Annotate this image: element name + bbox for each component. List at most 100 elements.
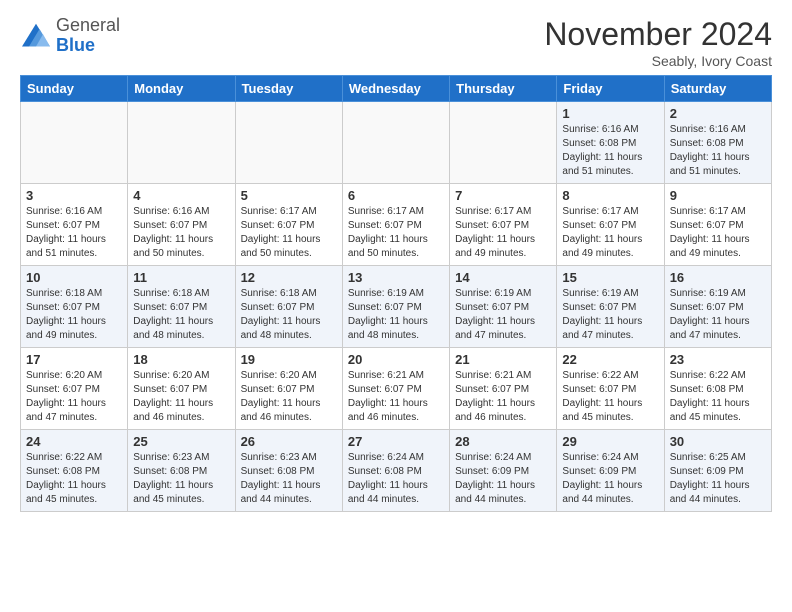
calendar-week-5: 24Sunrise: 6:22 AMSunset: 6:08 PMDayligh…: [21, 430, 772, 512]
calendar-cell: 7 Sunrise: 6:17 AMSunset: 6:07 PMDaylight…: [450, 184, 557, 266]
day-info: Sunrise: 6:19 AMSunset: 6:07 PMDaylight:…: [670, 287, 766, 343]
day-info: Sunrise: 6:19 AMSunset: 6:07 PMDaylight:…: [455, 287, 551, 343]
calendar-week-3: 10 Sunrise: 6:18 AMSunset: 6:07 PMDayligh…: [21, 266, 772, 348]
day-info: Sunrise: 6:17 AMSunset: 6:07 PMDaylight:…: [562, 205, 658, 261]
calendar-cell: [21, 102, 128, 184]
header-saturday: Saturday: [664, 76, 771, 102]
day-info: Sunrise: 6:21 AMSunset: 6:07 PMDaylight:…: [348, 369, 444, 425]
calendar-cell: 21Sunrise: 6:21 AMSunset: 6:07 PMDayligh…: [450, 348, 557, 430]
calendar-week-4: 17Sunrise: 6:20 AMSunset: 6:07 PMDayligh…: [21, 348, 772, 430]
day-number: 7: [455, 188, 551, 203]
day-number: 13: [348, 270, 444, 285]
day-number: 22: [562, 352, 658, 367]
header-wednesday: Wednesday: [342, 76, 449, 102]
calendar-cell: 2Sunrise: 6:16 AMSunset: 6:08 PMDaylight…: [664, 102, 771, 184]
day-info: Sunrise: 6:19 AMSunset: 6:07 PMDaylight:…: [348, 287, 444, 343]
calendar-table: Sunday Monday Tuesday Wednesday Thursday…: [20, 75, 772, 512]
day-number: 26: [241, 434, 337, 449]
calendar-cell: 27 Sunrise: 6:24 AMSunset: 6:08 PMDayligh…: [342, 430, 449, 512]
title-block: November 2024 Seably, Ivory Coast: [544, 16, 772, 69]
day-number: 18: [133, 352, 229, 367]
calendar-cell: 9 Sunrise: 6:17 AMSunset: 6:07 PMDaylight…: [664, 184, 771, 266]
day-info: Sunrise: 6:20 AMSunset: 6:07 PMDaylight:…: [241, 369, 337, 425]
page-container: General Blue November 2024 Seably, Ivory…: [0, 0, 792, 528]
day-number: 30: [670, 434, 766, 449]
calendar-cell: [450, 102, 557, 184]
calendar-cell: 11 Sunrise: 6:18 AMSunset: 6:07 PMDayligh…: [128, 266, 235, 348]
header-friday: Friday: [557, 76, 664, 102]
day-info: Sunrise: 6:18 AMSunset: 6:07 PMDaylight:…: [133, 287, 229, 343]
calendar-cell: 23Sunrise: 6:22 AMSunset: 6:08 PMDayligh…: [664, 348, 771, 430]
logo-blue-text: Blue: [56, 35, 95, 55]
day-info: Sunrise: 6:17 AMSunset: 6:07 PMDaylight:…: [670, 205, 766, 261]
calendar-cell: 17Sunrise: 6:20 AMSunset: 6:07 PMDayligh…: [21, 348, 128, 430]
day-number: 14: [455, 270, 551, 285]
day-number: 29: [562, 434, 658, 449]
day-number: 20: [348, 352, 444, 367]
day-info: Sunrise: 6:22 AMSunset: 6:08 PMDaylight:…: [26, 451, 122, 507]
day-info: Sunrise: 6:18 AMSunset: 6:07 PMDaylight:…: [241, 287, 337, 343]
calendar-cell: 14 Sunrise: 6:19 AMSunset: 6:07 PMDayligh…: [450, 266, 557, 348]
calendar-cell: [235, 102, 342, 184]
day-info: Sunrise: 6:23 AMSunset: 6:08 PMDaylight:…: [133, 451, 229, 507]
header-monday: Monday: [128, 76, 235, 102]
day-number: 9: [670, 188, 766, 203]
day-number: 19: [241, 352, 337, 367]
day-number: 11: [133, 270, 229, 285]
calendar-cell: 25 Sunrise: 6:23 AMSunset: 6:08 PMDayligh…: [128, 430, 235, 512]
day-number: 5: [241, 188, 337, 203]
calendar-week-2: 3 Sunrise: 6:16 AMSunset: 6:07 PMDaylight…: [21, 184, 772, 266]
calendar-header-row: Sunday Monday Tuesday Wednesday Thursday…: [21, 76, 772, 102]
logo-icon: [20, 22, 52, 50]
day-number: 16: [670, 270, 766, 285]
day-info: Sunrise: 6:16 AMSunset: 6:07 PMDaylight:…: [133, 205, 229, 261]
day-info: Sunrise: 6:19 AMSunset: 6:07 PMDaylight:…: [562, 287, 658, 343]
month-title: November 2024: [544, 16, 772, 53]
day-info: Sunrise: 6:16 AMSunset: 6:07 PMDaylight:…: [26, 205, 122, 261]
calendar-cell: 28Sunrise: 6:24 AMSunset: 6:09 PMDayligh…: [450, 430, 557, 512]
calendar-cell: 29Sunrise: 6:24 AMSunset: 6:09 PMDayligh…: [557, 430, 664, 512]
day-number: 15: [562, 270, 658, 285]
day-number: 27: [348, 434, 444, 449]
day-info: Sunrise: 6:16 AMSunset: 6:08 PMDaylight:…: [670, 123, 766, 179]
day-info: Sunrise: 6:17 AMSunset: 6:07 PMDaylight:…: [455, 205, 551, 261]
day-info: Sunrise: 6:21 AMSunset: 6:07 PMDaylight:…: [455, 369, 551, 425]
calendar-cell: 10 Sunrise: 6:18 AMSunset: 6:07 PMDayligh…: [21, 266, 128, 348]
day-number: 8: [562, 188, 658, 203]
day-info: Sunrise: 6:20 AMSunset: 6:07 PMDaylight:…: [26, 369, 122, 425]
day-info: Sunrise: 6:24 AMSunset: 6:08 PMDaylight:…: [348, 451, 444, 507]
day-info: Sunrise: 6:18 AMSunset: 6:07 PMDaylight:…: [26, 287, 122, 343]
calendar-cell: [342, 102, 449, 184]
day-info: Sunrise: 6:23 AMSunset: 6:08 PMDaylight:…: [241, 451, 337, 507]
logo-general-text: General: [56, 15, 120, 35]
calendar-cell: 8 Sunrise: 6:17 AMSunset: 6:07 PMDaylight…: [557, 184, 664, 266]
day-info: Sunrise: 6:24 AMSunset: 6:09 PMDaylight:…: [455, 451, 551, 507]
calendar-cell: 13 Sunrise: 6:19 AMSunset: 6:07 PMDayligh…: [342, 266, 449, 348]
header-sunday: Sunday: [21, 76, 128, 102]
day-number: 6: [348, 188, 444, 203]
header-thursday: Thursday: [450, 76, 557, 102]
day-info: Sunrise: 6:25 AMSunset: 6:09 PMDaylight:…: [670, 451, 766, 507]
calendar-cell: 15 Sunrise: 6:19 AMSunset: 6:07 PMDayligh…: [557, 266, 664, 348]
day-info: Sunrise: 6:17 AMSunset: 6:07 PMDaylight:…: [348, 205, 444, 261]
day-info: Sunrise: 6:22 AMSunset: 6:07 PMDaylight:…: [562, 369, 658, 425]
day-number: 3: [26, 188, 122, 203]
calendar-cell: 12Sunrise: 6:18 AMSunset: 6:07 PMDayligh…: [235, 266, 342, 348]
day-info: Sunrise: 6:17 AMSunset: 6:07 PMDaylight:…: [241, 205, 337, 261]
calendar-cell: 22 Sunrise: 6:22 AMSunset: 6:07 PMDayligh…: [557, 348, 664, 430]
day-number: 4: [133, 188, 229, 203]
calendar-cell: 16 Sunrise: 6:19 AMSunset: 6:07 PMDayligh…: [664, 266, 771, 348]
calendar-cell: 18 Sunrise: 6:20 AMSunset: 6:07 PMDayligh…: [128, 348, 235, 430]
calendar-cell: 1Sunrise: 6:16 AMSunset: 6:08 PMDaylight…: [557, 102, 664, 184]
calendar-cell: 5 Sunrise: 6:17 AMSunset: 6:07 PMDaylight…: [235, 184, 342, 266]
calendar-cell: 24Sunrise: 6:22 AMSunset: 6:08 PMDayligh…: [21, 430, 128, 512]
header-tuesday: Tuesday: [235, 76, 342, 102]
logo: General Blue: [20, 16, 120, 56]
calendar-cell: 26 Sunrise: 6:23 AMSunset: 6:08 PMDayligh…: [235, 430, 342, 512]
calendar-cell: 19 Sunrise: 6:20 AMSunset: 6:07 PMDayligh…: [235, 348, 342, 430]
day-number: 10: [26, 270, 122, 285]
day-info: Sunrise: 6:20 AMSunset: 6:07 PMDaylight:…: [133, 369, 229, 425]
location-subtitle: Seably, Ivory Coast: [544, 53, 772, 69]
day-number: 25: [133, 434, 229, 449]
page-header: General Blue November 2024 Seably, Ivory…: [20, 16, 772, 69]
